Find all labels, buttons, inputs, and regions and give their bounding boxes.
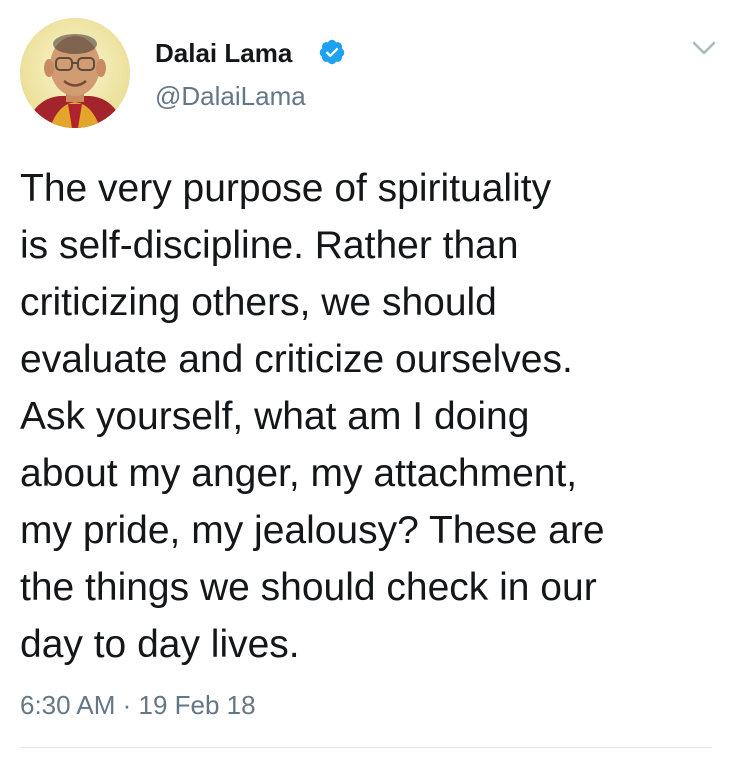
verified-badge-icon (319, 39, 345, 65)
divider (20, 747, 712, 748)
author-name[interactable]: Dalai Lama (155, 37, 292, 69)
tweet-text: The very purpose of spirituality is self… (20, 167, 605, 666)
tweet-card: Dalai Lama @DalaiLama The very purpose o… (0, 0, 736, 764)
chevron-down-icon[interactable] (690, 36, 718, 60)
avatar-image (20, 18, 130, 128)
avatar[interactable] (20, 18, 130, 128)
tweet-timestamp[interactable]: 6:30 AM · 19 Feb 18 (20, 688, 256, 722)
author-handle[interactable]: @DalaiLama (155, 80, 306, 112)
